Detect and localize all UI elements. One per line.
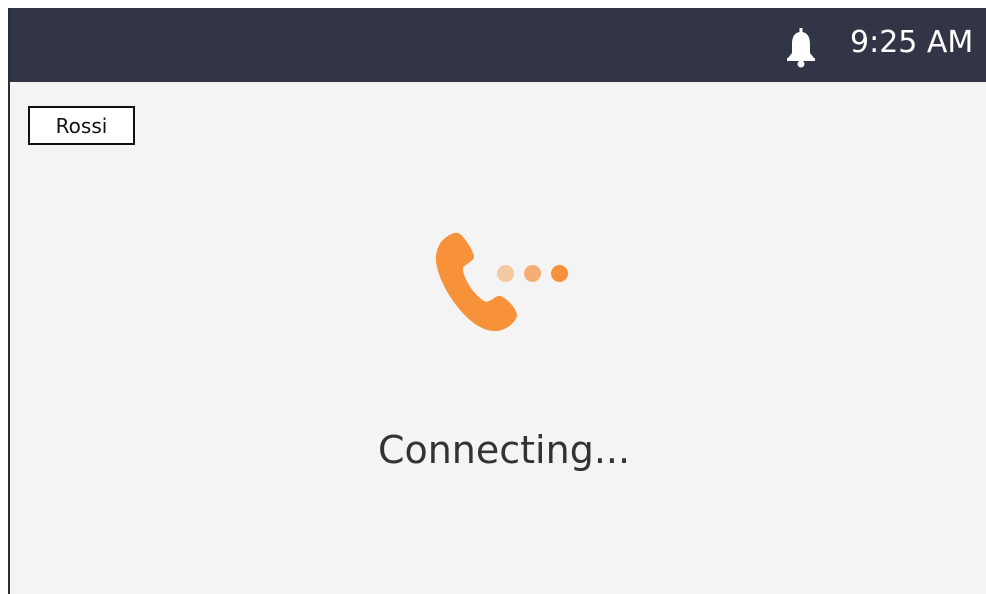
name-tag: Rossi bbox=[28, 106, 135, 145]
connecting-status: Connecting... bbox=[377, 428, 631, 472]
clock: 9:25 AM bbox=[850, 25, 974, 60]
intercom-screen: 9:25 AM Rossi Connecting... bbox=[8, 8, 986, 594]
bell-icon[interactable] bbox=[784, 28, 818, 68]
connecting-dot-3 bbox=[551, 265, 568, 282]
connecting-dot-2 bbox=[524, 265, 541, 282]
connecting-dot-1 bbox=[497, 265, 514, 282]
status-bar: 9:25 AM bbox=[10, 8, 986, 82]
